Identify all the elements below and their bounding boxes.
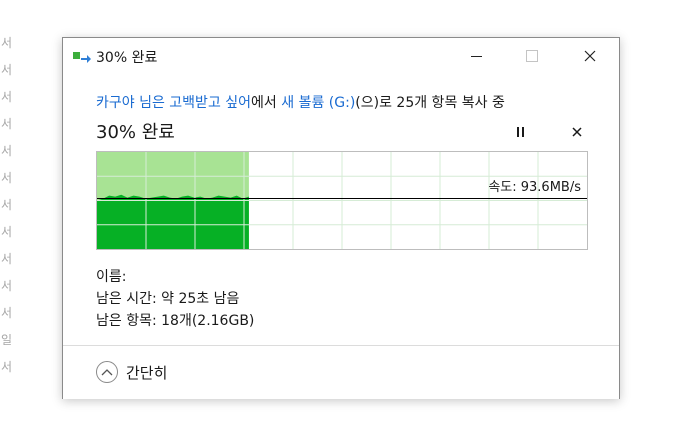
transfer-details: 이름: 남은 시간: 약 25초 남음 남은 항목: 18개(2.16GB) bbox=[96, 266, 254, 332]
maximize-icon bbox=[526, 50, 538, 62]
fewer-details-label: 간단히 bbox=[126, 363, 168, 382]
background-glyph: 서 bbox=[1, 171, 13, 185]
window-title: 30% 완료 bbox=[96, 50, 158, 66]
close-icon bbox=[584, 50, 596, 62]
background-glyph: 서 bbox=[1, 279, 13, 293]
time-remaining-value: 약 25초 남음 bbox=[161, 291, 240, 307]
background-glyph: 서 bbox=[1, 360, 13, 374]
items-remaining-value: 18개(2.16GB) bbox=[161, 313, 255, 329]
background-glyph: 서 bbox=[1, 36, 13, 50]
dialog-footer: 간단히 bbox=[63, 346, 619, 399]
background-glyph: 서 bbox=[1, 306, 13, 320]
pause-button[interactable] bbox=[508, 120, 532, 144]
minimize-button[interactable] bbox=[453, 38, 499, 74]
chevron-up-icon bbox=[101, 369, 113, 376]
time-remaining-row: 남은 시간: 약 25초 남음 bbox=[96, 288, 254, 310]
items-remaining-row: 남은 항목: 18개(2.16GB) bbox=[96, 310, 254, 332]
pause-icon bbox=[516, 127, 524, 137]
background-glyph: 일 bbox=[1, 333, 13, 347]
title-bar[interactable]: 30% 완료 bbox=[63, 38, 619, 74]
copy-status-line: 카구야 님은 고백받고 싶어에서 새 볼륨 (G:)(으)로 25개 항목 복사… bbox=[96, 92, 505, 112]
speed-history-area bbox=[97, 194, 249, 249]
background-glyph: 서 bbox=[1, 117, 13, 131]
time-remaining-label: 남은 시간: bbox=[96, 291, 157, 307]
background-window-strip: 서서서서서서서서서서서일서 bbox=[0, 30, 20, 381]
cancel-button[interactable] bbox=[565, 120, 589, 144]
background-glyph: 서 bbox=[1, 90, 13, 104]
transfer-speed-graph: 속도: 93.6MB/s bbox=[96, 151, 588, 250]
file-copy-dialog: 30% 완료 카구야 님은 고백받고 싶어에서 새 볼륨 (G:)(으)로 25… bbox=[62, 37, 620, 399]
background-glyph: 서 bbox=[1, 144, 13, 158]
background-glyph: 서 bbox=[1, 252, 13, 266]
speed-label: 속도: 93.6MB/s bbox=[488, 180, 581, 195]
progress-title: 30% 완료 bbox=[96, 122, 175, 143]
source-folder-link[interactable]: 카구야 님은 고백받고 싶어 bbox=[96, 95, 251, 111]
background-glyph: 서 bbox=[1, 198, 13, 212]
file-copy-icon bbox=[73, 50, 91, 64]
maximize-button bbox=[509, 38, 555, 74]
close-icon bbox=[572, 127, 582, 137]
name-row: 이름: bbox=[96, 266, 254, 288]
fewer-details-toggle[interactable]: 간단히 bbox=[96, 361, 167, 383]
items-remaining-label: 남은 항목: bbox=[96, 313, 157, 329]
name-label: 이름: bbox=[96, 269, 127, 285]
chevron-up-circle bbox=[96, 361, 118, 383]
speed-graph-canvas bbox=[97, 152, 587, 249]
background-glyph: 서 bbox=[1, 63, 13, 77]
destination-drive-link[interactable]: 새 볼륨 (G:) bbox=[281, 95, 355, 111]
status-suffix: (으)로 25개 항목 복사 중 bbox=[355, 95, 505, 111]
minimize-icon bbox=[470, 55, 482, 57]
status-middle: 에서 bbox=[251, 95, 282, 111]
background-glyph: 서 bbox=[1, 225, 13, 239]
close-button[interactable] bbox=[567, 38, 613, 74]
